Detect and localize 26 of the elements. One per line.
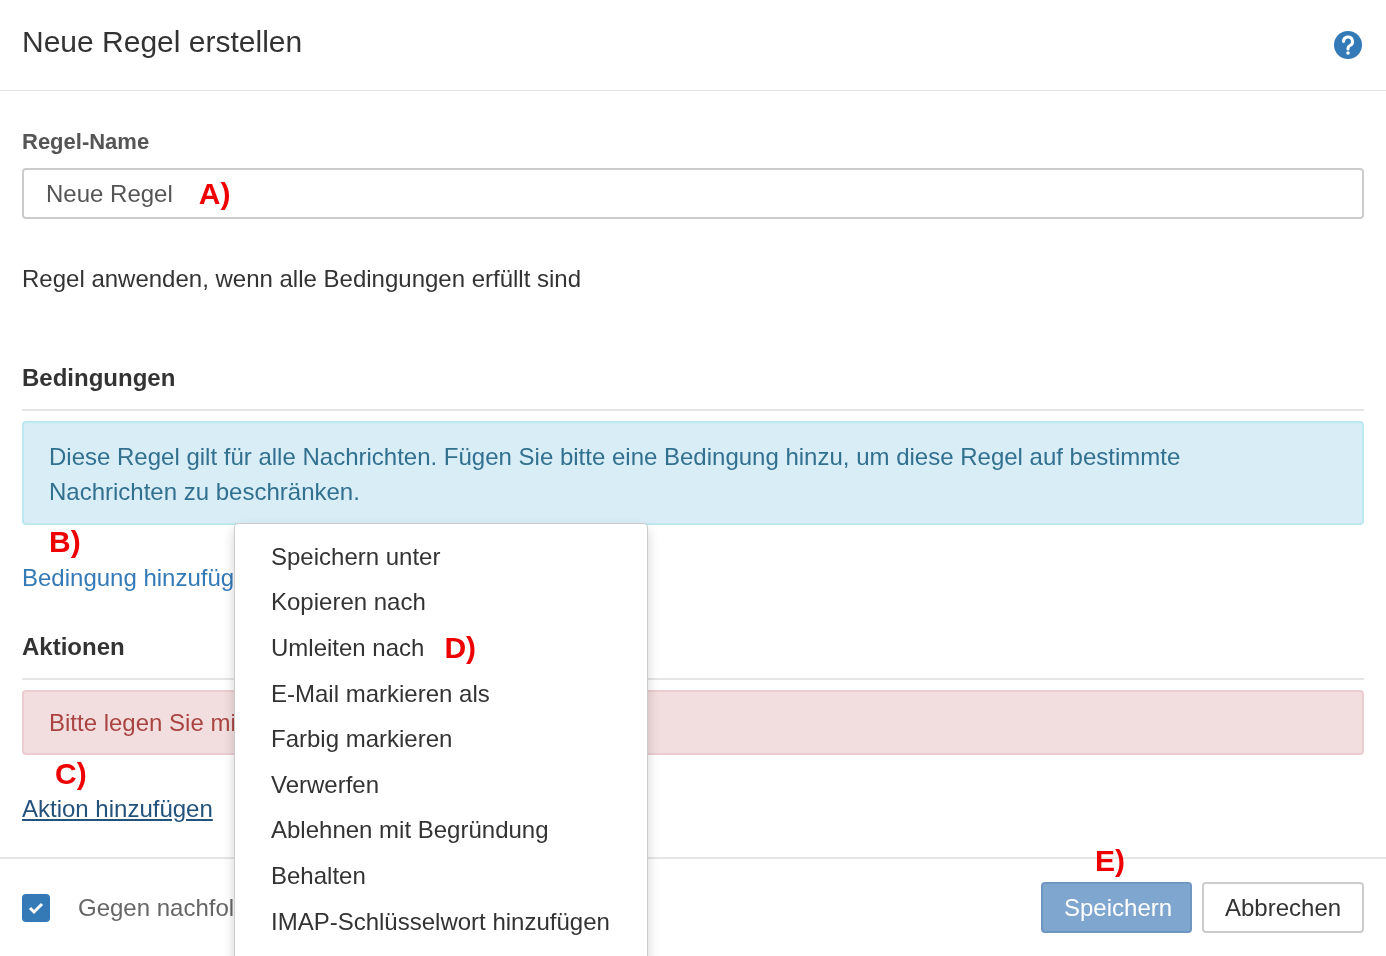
annotation-label: A)	[198, 178, 231, 209]
annotation-label: C)	[55, 759, 87, 789]
annotation-label: D)	[444, 633, 477, 663]
menu-item[interactable]: IMAP-Schlüsselwort hinzufügen	[271, 903, 610, 940]
menu-item[interactable]: Behalten	[271, 857, 366, 894]
menu-item[interactable]: Ablehnen mit Begründung	[271, 812, 549, 849]
menu-item[interactable]: Speichern unter	[271, 538, 441, 575]
add-action-link[interactable]: Aktion hinzufügen	[22, 791, 213, 827]
section-heading: Bedingungen	[22, 360, 1364, 411]
dialog-title: Neue Regel erstellen	[22, 23, 303, 60]
info-message: Diese Regel gilt für alle Nachrichten. Fügen Sie bitte eine Bedingung hinzu, um diese Regel auf bestimmte Nachrichten zu beschränken.	[49, 442, 1182, 507]
menu-item[interactable]: Umleiten nach	[271, 630, 425, 666]
help-icon[interactable]	[1334, 31, 1362, 59]
checkbox[interactable]	[22, 893, 50, 922]
error-message: Bitte legen Sie mi	[49, 707, 236, 738]
rule-description: Regel anwenden, wenn alle Bedingungen erfüllt sind	[22, 264, 583, 294]
annotation-label: E)	[1095, 846, 1125, 876]
menu-item[interactable]: Verwerfen	[271, 766, 380, 803]
cancel-button[interactable]: Abbrechen	[1202, 882, 1364, 933]
menu-item[interactable]: Farbig markieren	[271, 721, 453, 758]
rule-name-field[interactable]: Neue Regel A)	[22, 168, 1364, 219]
checkbox-label: Gegen nachfol	[78, 892, 235, 923]
annotation-label: B)	[49, 527, 81, 557]
field-label: Regel-Name	[22, 128, 151, 156]
menu-item[interactable]: Kopieren nach	[271, 584, 426, 621]
add-condition-link[interactable]: Bedingung hinzufüg	[22, 560, 235, 596]
